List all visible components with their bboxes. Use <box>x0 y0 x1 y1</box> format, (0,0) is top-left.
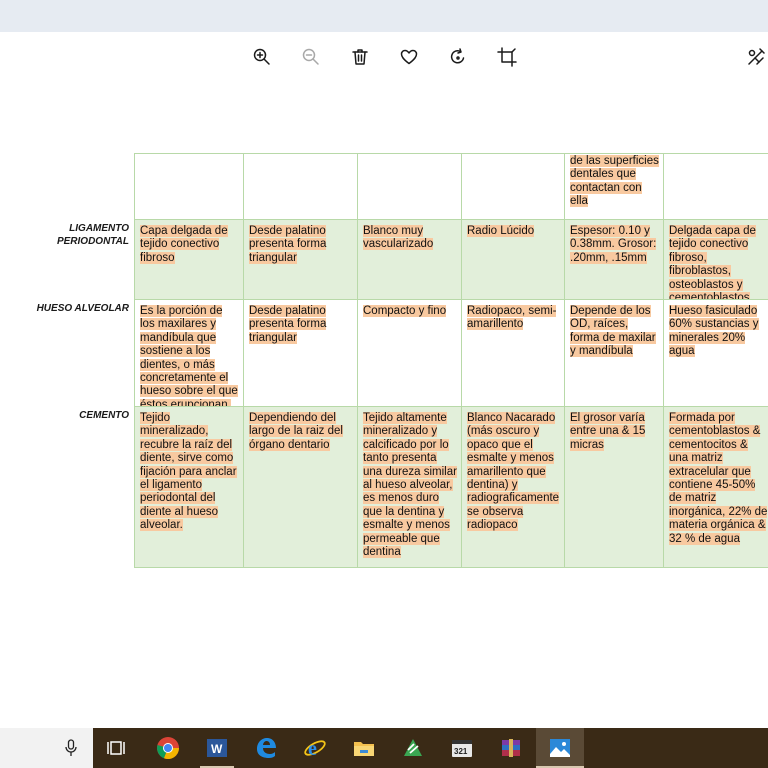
delete-icon[interactable] <box>345 42 375 72</box>
table-cell: Depende de los OD, raíces, forma de maxi… <box>565 300 664 407</box>
table-cell <box>134 153 244 220</box>
rotate-icon[interactable] <box>443 42 473 72</box>
table-cell: Formada por cementoblastos & cementocito… <box>664 407 768 568</box>
taskbar-search-box[interactable] <box>0 728 93 768</box>
word-icon[interactable]: W <box>201 732 233 764</box>
edit-draw-icon[interactable] <box>741 42 768 72</box>
task-view-icon[interactable] <box>101 732 133 764</box>
internet-explorer-icon[interactable]: e <box>299 732 331 764</box>
table-cell <box>462 153 565 220</box>
window-titlebar <box>0 0 768 32</box>
table-cell: Radiopaco, semi-amarillento <box>462 300 565 407</box>
row-label-cemento: CEMENTO <box>79 410 129 421</box>
edge-icon[interactable] <box>250 732 282 764</box>
table-cell: Blanco Nacarado (más oscuro y opaco que … <box>462 407 565 568</box>
taskbar: W e 321 <box>0 728 768 768</box>
svg-text:e: e <box>308 738 317 760</box>
file-explorer-icon[interactable] <box>348 732 380 764</box>
table-cell: Blanco muy vascularizado <box>358 220 462 300</box>
microphone-icon[interactable] <box>64 739 78 757</box>
table-cell: Hueso fasiculado 60% sustancias y minera… <box>664 300 768 407</box>
table-cell: Dependiendo del largo de la raiz del órg… <box>244 407 358 568</box>
zoom-in-icon[interactable] <box>247 42 277 72</box>
table-cell: Capa delgada de tejido conectivo fibroso <box>134 220 244 300</box>
winrar-icon[interactable] <box>495 732 527 764</box>
media-player-icon[interactable]: 321 <box>446 732 478 764</box>
table-cell: Compacto y fino <box>358 300 462 407</box>
table-cell: El grosor varía entre una & 15 micras <box>565 407 664 568</box>
table-cell: Desde palatino presenta forma triangular <box>244 220 358 300</box>
svg-text:W: W <box>211 742 223 756</box>
row-label-ligamento-periodontal: LIGAMENTO PERIODONTAL <box>56 223 129 247</box>
table-cell: Tejido altamente mineralizado y calcific… <box>358 407 462 568</box>
table-cell: Espesor: 0.10 y 0.38mm. Grosor: .20mm, .… <box>565 220 664 300</box>
table-cell <box>358 153 462 220</box>
heart-icon[interactable] <box>394 42 424 72</box>
table-cell: Delgada capa de tejido conectivo fibroso… <box>664 220 768 300</box>
image-canvas: de las superficies dentales que contacta… <box>0 82 768 728</box>
table-cell: de las superficies dentales que contacta… <box>565 153 664 220</box>
table-cell: Desde palatino presenta forma triangular <box>244 300 358 407</box>
table-cell: Radio Lúcido <box>462 220 565 300</box>
image-viewer-toolbar <box>0 32 768 82</box>
chrome-icon[interactable] <box>152 732 184 764</box>
table-cell <box>664 153 768 220</box>
zoom-out-icon[interactable] <box>296 42 326 72</box>
table-cell: Es la porción de los maxilares y mandíbu… <box>134 300 244 407</box>
row-label-hueso-alveolar: HUESO ALVEOLAR <box>36 303 129 314</box>
crop-icon[interactable] <box>492 42 522 72</box>
table-cell: Tejido mineralizado, recubre la raíz del… <box>134 407 244 568</box>
svg-text:321: 321 <box>454 747 468 756</box>
photos-icon[interactable] <box>544 732 576 764</box>
table-cell <box>244 153 358 220</box>
spreadsheet-icon[interactable] <box>397 732 429 764</box>
